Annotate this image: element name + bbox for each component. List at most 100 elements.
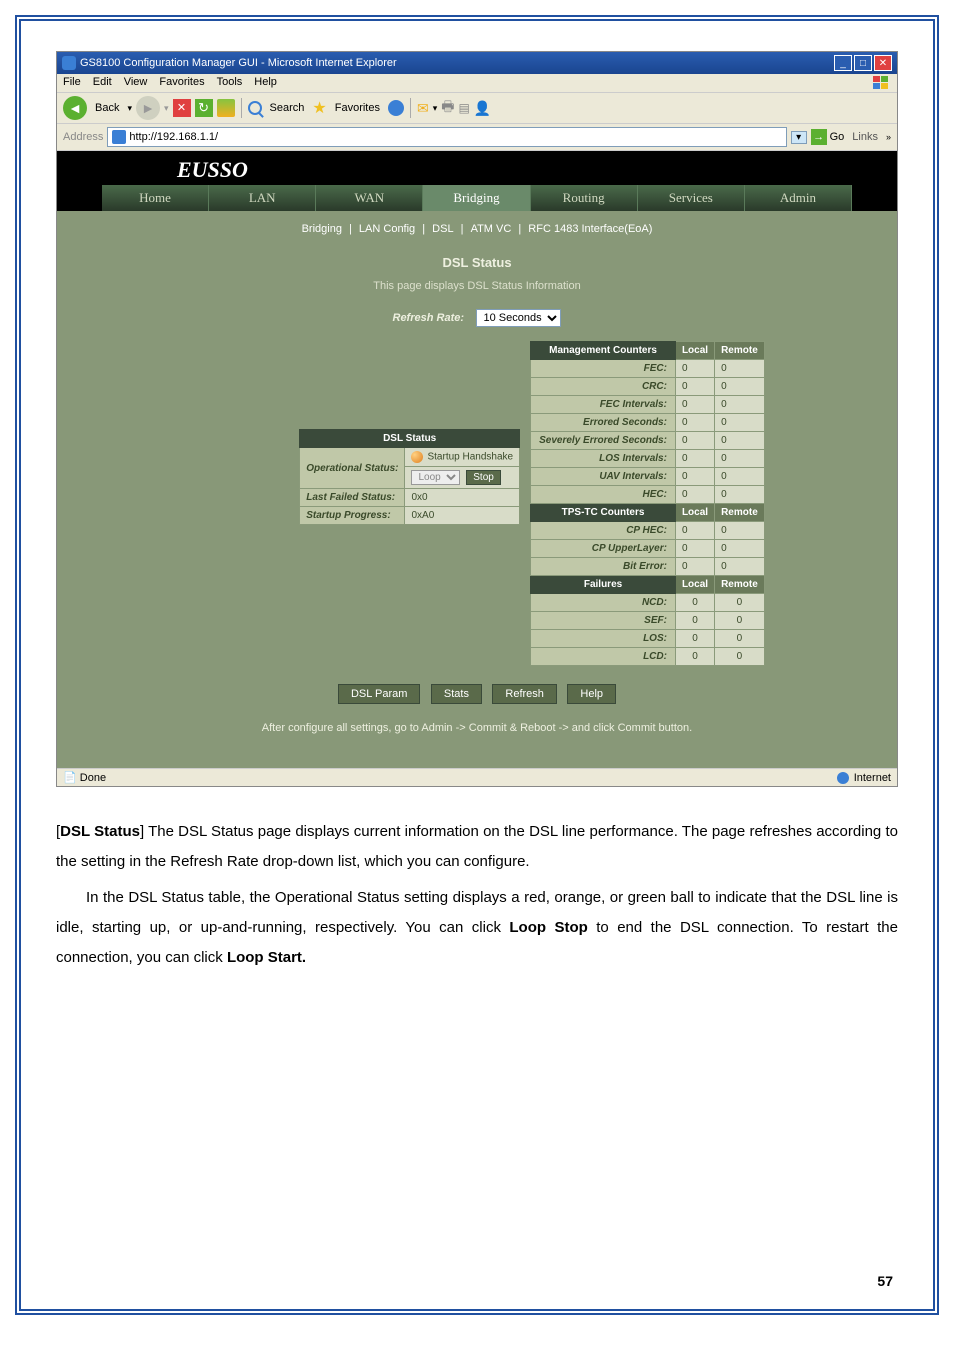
failures-header: Failures — [531, 576, 676, 594]
mgmt-counters-header: Management Counters — [531, 342, 676, 360]
page-number: 57 — [877, 1273, 893, 1289]
links-label[interactable]: Links — [848, 131, 882, 143]
nav-wan[interactable]: WAN — [316, 185, 423, 211]
close-button[interactable]: ✕ — [874, 55, 892, 71]
counter-label: LOS: — [531, 630, 676, 648]
menu-view[interactable]: View — [124, 76, 148, 90]
mail-icon[interactable]: ✉ — [417, 100, 429, 117]
counter-label: LOS Intervals: — [531, 450, 676, 468]
ie-icon — [62, 56, 76, 70]
minimize-button[interactable]: _ — [834, 55, 852, 71]
menu-help[interactable]: Help — [254, 76, 277, 90]
remote-header-2: Remote — [715, 504, 765, 522]
go-button[interactable]: →Go — [811, 129, 845, 145]
counter-label: UAV Intervals: — [531, 468, 676, 486]
op-status-label: Operational Status: — [300, 448, 405, 489]
dsl-status-table: DSL Status Operational Status: Startup H… — [299, 429, 520, 525]
top-nav: Home LAN WAN Bridging Routing Services A… — [102, 185, 852, 211]
menu-file[interactable]: File — [63, 76, 81, 90]
status-ball-icon — [411, 451, 423, 463]
title-bar: GS8100 Configuration Manager GUI - Micro… — [57, 52, 897, 74]
local-header-2: Local — [675, 504, 714, 522]
status-done: 📄 Done — [63, 771, 106, 784]
edit-icon[interactable]: ▤ — [458, 101, 469, 115]
counters-table: Management Counters Local Remote FEC:00 … — [530, 341, 765, 666]
window-title: GS8100 Configuration Manager GUI - Micro… — [80, 57, 397, 69]
commit-note: After configure all settings, go to Admi… — [102, 714, 852, 748]
back-label[interactable]: Back — [91, 100, 123, 116]
menu-tools[interactable]: Tools — [217, 76, 243, 90]
stop-icon[interactable]: ✕ — [173, 99, 191, 117]
remote-header-3: Remote — [715, 576, 765, 594]
startup-progress-label: Startup Progress: — [300, 507, 405, 525]
internet-zone-icon — [837, 772, 849, 784]
status-zone: Internet — [854, 772, 891, 784]
menu-favorites[interactable]: Favorites — [159, 76, 204, 90]
refresh-rate-select[interactable]: 10 Seconds — [476, 309, 561, 327]
stats-button[interactable]: Stats — [431, 684, 482, 704]
browser-window: GS8100 Configuration Manager GUI - Micro… — [56, 51, 898, 787]
back-button[interactable]: ◄ — [63, 96, 87, 120]
op-status-value: Startup Handshake — [405, 448, 520, 467]
counter-label: Severely Errored Seconds: — [531, 432, 676, 450]
menu-edit[interactable]: Edit — [93, 76, 112, 90]
subnav-lanconfig[interactable]: LAN Config — [355, 223, 419, 235]
discuss-icon[interactable]: 👤 — [474, 100, 491, 117]
address-label: Address — [63, 131, 103, 143]
url-text: http://192.168.1.1/ — [129, 131, 218, 143]
dsl-param-button[interactable]: DSL Param — [338, 684, 420, 704]
counter-label: FEC Intervals: — [531, 396, 676, 414]
nav-services[interactable]: Services — [638, 185, 745, 211]
refresh-rate-label: Refresh Rate: — [393, 312, 465, 324]
nav-bridging[interactable]: Bridging — [423, 185, 530, 211]
forward-button[interactable]: ► — [136, 96, 160, 120]
page-content: EUSSO Home LAN WAN Bridging Routing Serv… — [57, 151, 897, 768]
refresh-button[interactable]: Refresh — [492, 684, 557, 704]
nav-admin[interactable]: Admin — [745, 185, 852, 211]
nav-lan[interactable]: LAN — [209, 185, 316, 211]
local-header-3: Local — [675, 576, 714, 594]
counter-label: LCD: — [531, 648, 676, 666]
nav-home[interactable]: Home — [102, 185, 209, 211]
subnav-dsl[interactable]: DSL — [428, 223, 457, 235]
dsl-status-header: DSL Status — [300, 430, 520, 448]
counter-label: SEF: — [531, 612, 676, 630]
menu-bar: File Edit View Favorites Tools Help — [57, 74, 897, 93]
body-text: [DSL Status] The DSL Status page display… — [56, 817, 898, 973]
search-icon[interactable] — [248, 101, 262, 115]
last-failed-value: 0x0 — [405, 489, 520, 507]
section-desc: This page displays DSL Status Informatio… — [102, 276, 852, 302]
page-icon — [112, 130, 126, 144]
loop-stop-button[interactable]: Stop — [466, 470, 501, 485]
refresh-icon[interactable]: ↻ — [195, 99, 213, 117]
subnav-atmvc[interactable]: ATM VC — [467, 223, 516, 235]
remote-header-1: Remote — [715, 342, 765, 360]
counter-label: HEC: — [531, 486, 676, 504]
counter-label: CRC: — [531, 378, 676, 396]
last-failed-label: Last Failed Status: — [300, 489, 405, 507]
sub-nav: Bridging | LAN Config | DSL | ATM VC | R… — [102, 211, 852, 243]
home-icon[interactable] — [217, 99, 235, 117]
eusso-logo: EUSSO — [57, 151, 897, 185]
button-row: DSL Param Stats Refresh Help — [102, 666, 852, 714]
local-header-1: Local — [675, 342, 714, 360]
search-label[interactable]: Search — [266, 100, 309, 116]
address-input[interactable]: http://192.168.1.1/ — [107, 127, 786, 147]
loop-select[interactable]: Loop — [411, 470, 460, 485]
maximize-button[interactable]: □ — [854, 55, 872, 71]
subnav-bridging[interactable]: Bridging — [298, 223, 346, 235]
counter-label: FEC: — [531, 360, 676, 378]
windows-flag-icon — [873, 76, 891, 90]
status-bar: 📄 Done Internet — [57, 768, 897, 786]
print-icon[interactable]: 🖶 — [441, 96, 454, 120]
favorites-icon[interactable]: ★ — [312, 98, 326, 118]
media-icon[interactable] — [388, 100, 404, 116]
address-dropdown[interactable]: ▾ — [791, 131, 807, 144]
subnav-rfc1483[interactable]: RFC 1483 Interface(EoA) — [524, 223, 656, 235]
counter-label: NCD: — [531, 594, 676, 612]
favorites-label[interactable]: Favorites — [331, 100, 384, 116]
help-button[interactable]: Help — [567, 684, 616, 704]
counter-label: Bit Error: — [531, 558, 676, 576]
toolbar: ◄ Back ▾ ► ▾ ✕ ↻ Search ★ Favorites ✉ ▾ … — [57, 93, 897, 124]
nav-routing[interactable]: Routing — [531, 185, 638, 211]
